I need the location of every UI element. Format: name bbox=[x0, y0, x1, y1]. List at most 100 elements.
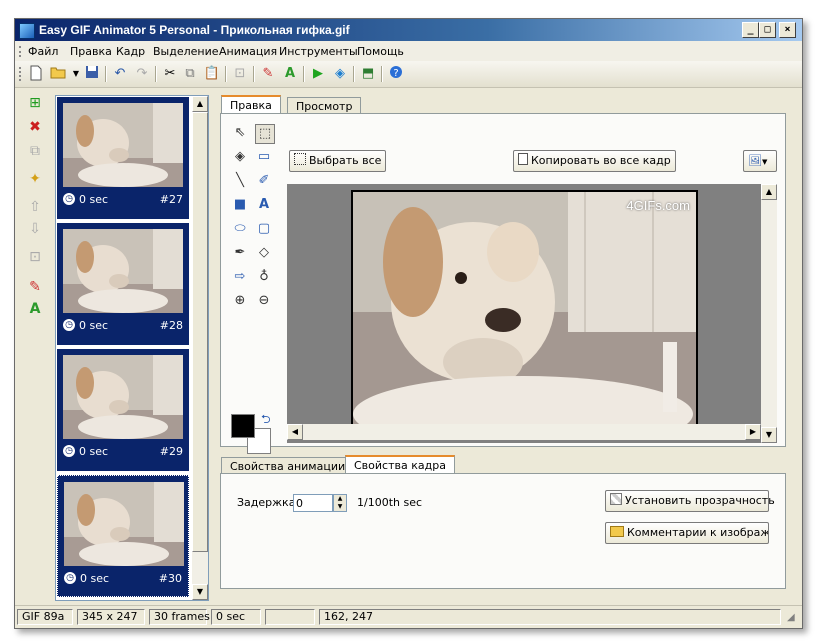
tab-edit[interactable]: Правка bbox=[221, 95, 281, 113]
insert-frame-icon[interactable]: ✦ bbox=[25, 169, 45, 189]
frame-delay: 0 sec bbox=[79, 193, 109, 206]
canvas-hscrollbar[interactable]: ◀ ▶ bbox=[287, 424, 761, 440]
delay-input[interactable] bbox=[293, 494, 333, 512]
title-bar[interactable]: Easy GIF Animator 5 Personal - Прикольна… bbox=[15, 19, 802, 41]
move-down-icon[interactable]: ⇩ bbox=[25, 219, 45, 239]
line-tool-icon[interactable]: ╲ bbox=[231, 172, 249, 190]
toolbar-grip bbox=[19, 67, 23, 81]
cut-icon[interactable]: ✂ bbox=[161, 65, 179, 83]
zoom-in-icon[interactable]: ⊕ bbox=[231, 292, 249, 310]
duplicate-frame-icon[interactable]: ⧉ bbox=[25, 141, 45, 161]
frame-number: #30 bbox=[158, 572, 182, 585]
text-effect-icon[interactable]: A bbox=[25, 299, 45, 319]
frame-item[interactable]: ◷ 0 sec #27 bbox=[57, 97, 189, 219]
status-size: 345 x 247 bbox=[77, 609, 145, 625]
frame-delay: 0 sec bbox=[79, 319, 109, 332]
clock-icon: ◷ bbox=[63, 445, 75, 457]
folder-icon bbox=[610, 526, 624, 537]
foreground-color-swatch[interactable] bbox=[231, 414, 255, 438]
resize-grip-icon[interactable]: ◢ bbox=[787, 612, 795, 623]
frame-item-selected[interactable]: ◷ 0 sec #30 bbox=[57, 475, 189, 597]
set-transparency-button[interactable]: Установить прозрачность bbox=[605, 490, 775, 512]
delay-stepper[interactable]: ▲ ▼ bbox=[333, 494, 347, 512]
ellipse-tool-icon[interactable]: ⬭ bbox=[231, 220, 249, 238]
close-button[interactable]: × bbox=[779, 22, 796, 38]
resize-icon[interactable]: ⊡ bbox=[25, 247, 45, 267]
move-up-icon[interactable]: ⇧ bbox=[25, 197, 45, 217]
play-icon[interactable]: ▶ bbox=[309, 65, 327, 83]
delete-frame-icon[interactable]: ✖ bbox=[25, 117, 45, 137]
import-image-icon[interactable]: ⇨ bbox=[231, 268, 249, 286]
window-title: Easy GIF Animator 5 Personal - Прикольна… bbox=[39, 23, 350, 37]
spray-tool-icon[interactable]: ♁ bbox=[255, 268, 273, 286]
pointer-tool-icon[interactable]: ⇖ bbox=[231, 124, 249, 142]
export-icon[interactable]: ⬒ bbox=[359, 65, 377, 83]
zoom-out-icon[interactable]: ⊖ bbox=[255, 292, 273, 310]
help-icon[interactable]: ? bbox=[387, 65, 405, 83]
text-tool-icon[interactable]: A bbox=[255, 196, 273, 214]
frame-image[interactable]: 4GIFs.com bbox=[351, 190, 698, 439]
new-file-icon[interactable] bbox=[27, 65, 45, 83]
scroll-left-icon[interactable]: ◀ bbox=[287, 424, 303, 440]
rectangle-tool-icon[interactable]: ■ bbox=[231, 196, 249, 214]
wand-tool-icon[interactable]: ✎ bbox=[25, 277, 45, 297]
frame-thumbnail bbox=[63, 103, 183, 187]
save-icon[interactable] bbox=[83, 65, 101, 83]
image-effects-button[interactable]: 🖼▼ bbox=[743, 150, 777, 172]
frame-item[interactable]: ◷ 0 sec #29 bbox=[57, 349, 189, 471]
menu-help[interactable]: Помощь bbox=[357, 45, 404, 58]
magic-wand-icon[interactable]: ✎ bbox=[259, 65, 277, 83]
add-frame-icon[interactable]: ⊞ bbox=[25, 93, 45, 113]
frame-item[interactable]: ◷ 0 sec #28 bbox=[57, 223, 189, 345]
undo-icon[interactable]: ↶ bbox=[111, 65, 129, 83]
canvas-vscrollbar[interactable]: ▲ ▼ bbox=[761, 184, 777, 443]
canvas-area[interactable]: 4GIFs.com bbox=[287, 184, 761, 443]
scroll-down-icon[interactable]: ▼ bbox=[192, 584, 208, 600]
image-comments-label: Комментарии к изображен bbox=[627, 526, 769, 539]
scroll-down-icon[interactable]: ▼ bbox=[761, 427, 777, 443]
menu-file[interactable]: Файл bbox=[28, 45, 58, 58]
menu-frame[interactable]: Кадр bbox=[116, 45, 145, 58]
open-folder-icon[interactable] bbox=[49, 65, 67, 83]
status-bar: GIF 89a 345 x 247 30 frames 0 sec 162, 2… bbox=[15, 605, 802, 628]
eyedropper-icon[interactable]: ✒ bbox=[231, 244, 249, 262]
scroll-right-icon[interactable]: ▶ bbox=[745, 424, 761, 440]
gradient-tool-icon[interactable]: ▭ bbox=[255, 148, 273, 166]
menu-selection[interactable]: Выделение bbox=[153, 45, 219, 58]
copy-to-all-button[interactable]: Копировать во все кадр bbox=[513, 150, 676, 172]
menu-tools[interactable]: Инструменты bbox=[279, 45, 358, 58]
transparency-icon bbox=[610, 493, 622, 505]
menu-animation[interactable]: Анимация bbox=[219, 45, 277, 58]
copy-to-all-icon bbox=[518, 153, 528, 165]
frames-scrollbar[interactable]: ▲ ▼ bbox=[192, 96, 208, 600]
paste-icon[interactable]: 📋 bbox=[203, 65, 221, 83]
text-tool-icon[interactable]: A bbox=[281, 65, 299, 83]
preview-browser-icon[interactable]: ◈ bbox=[331, 65, 349, 83]
scroll-up-icon[interactable]: ▲ bbox=[192, 96, 208, 112]
redo-icon[interactable]: ↷ bbox=[133, 65, 151, 83]
frame-thumbnail bbox=[64, 482, 184, 566]
eraser-icon[interactable]: ◇ bbox=[255, 244, 273, 262]
rounded-rect-tool-icon[interactable]: ▢ bbox=[255, 220, 273, 238]
swap-colors-icon[interactable]: ⮌ bbox=[261, 410, 271, 431]
minimize-button[interactable]: _ bbox=[742, 22, 759, 38]
menu-edit[interactable]: Правка bbox=[70, 45, 112, 58]
tab-frame-properties[interactable]: Свойства кадра bbox=[345, 455, 455, 473]
select-all-button[interactable]: Выбрать все bbox=[289, 150, 387, 172]
brush-tool-icon[interactable]: ✐ bbox=[255, 172, 273, 190]
status-empty bbox=[265, 609, 315, 625]
delay-unit: 1/100th sec bbox=[357, 496, 423, 509]
frame-delay: 0 sec bbox=[80, 572, 110, 585]
select-all-label: Выбрать все bbox=[309, 154, 382, 167]
clock-icon: ◷ bbox=[64, 572, 76, 584]
fill-bucket-icon[interactable]: ◈ bbox=[231, 148, 249, 166]
image-comments-button[interactable]: Комментарии к изображен bbox=[605, 522, 769, 544]
scroll-up-icon[interactable]: ▲ bbox=[761, 184, 777, 200]
maximize-button[interactable]: □ bbox=[759, 22, 776, 38]
frames-panel[interactable]: ◷ 0 sec #27 ◷ 0 sec #28 ◷ 0 sec #29 ◷ 0 … bbox=[55, 95, 209, 601]
copy-icon[interactable]: ⧉ bbox=[181, 65, 199, 83]
scroll-thumb[interactable] bbox=[192, 112, 208, 552]
crop-icon[interactable]: ⊡ bbox=[231, 65, 249, 83]
toolbar-separator bbox=[105, 66, 107, 82]
rect-select-tool-icon[interactable]: ⬚ bbox=[255, 124, 275, 144]
